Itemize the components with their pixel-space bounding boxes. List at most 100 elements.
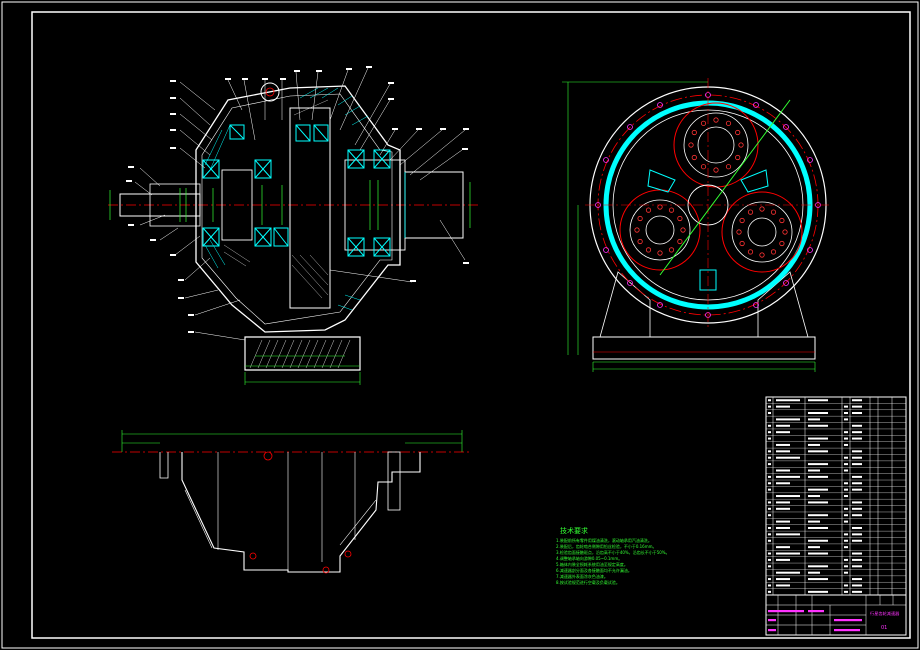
parts-list-entry-mark [776, 533, 800, 536]
parts-list-entry-mark [852, 514, 862, 517]
tech-note-8: 8.按试验规范进行空载及负载试验。 [556, 579, 620, 585]
parts-list-entry-mark [844, 539, 848, 542]
parts-list-entry-mark [808, 412, 828, 415]
parts-list-entry-mark [776, 507, 790, 510]
needle-roller [738, 142, 744, 148]
parts-list-entry-mark [776, 405, 790, 408]
needle-roller [668, 207, 675, 213]
parts-list-entry-mark [768, 437, 771, 440]
parts-list-entry-mark [808, 565, 828, 568]
tech-note-3: 3.检验齿面接触斑点，沿齿高不小于40%，沿齿长不小于50%。 [556, 549, 670, 555]
parts-list-entry-mark [768, 507, 771, 510]
needle-roller [691, 154, 697, 161]
parts-list-entry-mark [844, 520, 848, 523]
parts-list-entry-mark [808, 424, 828, 427]
parts-list-entry-mark [768, 501, 771, 504]
parts-list-entry-mark [844, 482, 848, 485]
parts-list-entry-mark [808, 539, 828, 542]
parts-list-entry-mark [768, 539, 771, 542]
needle-roller [688, 142, 694, 148]
top-view-eye [263, 451, 273, 461]
parts-list-entry-mark [844, 437, 848, 440]
parts-list-entry-mark [808, 475, 828, 478]
parts-list-entry-mark [808, 463, 828, 466]
parts-list-entry-mark [844, 443, 848, 446]
top-view [112, 430, 470, 574]
parts-list-entry-mark [768, 590, 771, 593]
parts-list [765, 396, 907, 596]
parts-list-entries [768, 399, 862, 593]
parts-list-entry-mark [844, 456, 848, 459]
tech-title: 技术要求 [560, 526, 588, 535]
parts-list-entry-mark [776, 418, 800, 421]
parts-list-entry-mark [768, 475, 771, 478]
parts-list-entry-mark [852, 450, 862, 453]
parts-list-entry-mark [844, 507, 848, 510]
needle-roller [736, 229, 742, 235]
needle-roller [782, 229, 788, 235]
parts-list-entry-mark [808, 590, 828, 593]
needle-roller [759, 252, 765, 258]
needle-roller [713, 117, 719, 123]
end-view [562, 78, 830, 372]
parts-list-entry-mark [808, 443, 820, 446]
parts-list-entry-mark [768, 431, 771, 434]
parts-list-entry-mark [852, 558, 862, 561]
needle-roller [739, 217, 745, 224]
needle-roller [668, 247, 675, 253]
needle-roller [645, 247, 652, 253]
parts-list-entry-mark [844, 405, 848, 408]
parts-list-entry-mark [852, 405, 862, 408]
parts-list-entry-mark [776, 456, 800, 459]
title-block: 行星齿轮减速器 01 [765, 594, 907, 636]
parts-list-entry-mark [844, 469, 848, 472]
parts-list-entry-mark [844, 571, 848, 574]
drawing-number: 01 [881, 625, 887, 631]
section-view [108, 66, 478, 385]
parts-list-entry-mark [844, 590, 848, 593]
parts-list-entry-mark [852, 399, 862, 402]
needle-roller [770, 209, 777, 215]
parts-list-entry-mark [852, 584, 862, 587]
top-dimensions [121, 430, 463, 452]
parts-list-entry-mark [852, 412, 862, 415]
parts-list-entry-mark [776, 482, 790, 485]
parts-list-entry-mark [852, 475, 862, 478]
cad-drawing: 技术要求 1.装配前所有零件用煤油清洗，滚动轴承用汽油清洗。 2.装配后，齿轮啮… [0, 0, 920, 650]
parts-list-entry-mark [844, 546, 848, 549]
parts-list-entry-mark [852, 533, 862, 536]
parts-list-entry-mark [776, 584, 790, 587]
parts-list-entry-mark [852, 463, 862, 466]
parts-list-entry-mark [852, 431, 862, 434]
parts-list-entry-mark [852, 507, 862, 510]
parts-list-entry-mark [776, 571, 800, 574]
parts-list-entry-mark [808, 520, 820, 523]
outer-border [1, 1, 919, 649]
planet-gear-right [721, 191, 803, 273]
needle-roller [645, 207, 652, 213]
parts-list-entry-mark [776, 552, 800, 555]
parts-list-entry-mark [768, 488, 771, 491]
parts-list-entry-mark [852, 437, 862, 440]
parts-list-entry-mark [844, 495, 848, 498]
parts-list-entry-mark [768, 456, 771, 459]
parts-list-entry-mark [844, 431, 848, 434]
parts-list-entry-mark [808, 399, 828, 402]
needle-roller [725, 164, 732, 170]
tech-note-5: 5.箱体内装全损耗系统用油至规定高度。 [556, 561, 628, 567]
needle-roller [637, 215, 643, 222]
tech-note-7: 7.减速器外表面涂灰色油漆。 [556, 573, 608, 579]
parts-list-entry-mark [852, 565, 862, 568]
drawing-name: 行星齿轮减速器 [870, 610, 900, 617]
end-base [592, 336, 816, 360]
parts-list-entry-mark [852, 590, 862, 593]
parts-list-entry-mark [776, 495, 800, 498]
parts-list-entry-mark [808, 437, 828, 440]
needle-roller [700, 120, 707, 126]
parts-list-entry-mark [776, 431, 790, 434]
parts-list-entry-mark [852, 539, 862, 542]
needle-roller [680, 227, 686, 233]
parts-list-entry-mark [844, 514, 848, 517]
parts-list-entry-mark [776, 520, 790, 523]
parts-list-entry-mark [852, 578, 862, 581]
